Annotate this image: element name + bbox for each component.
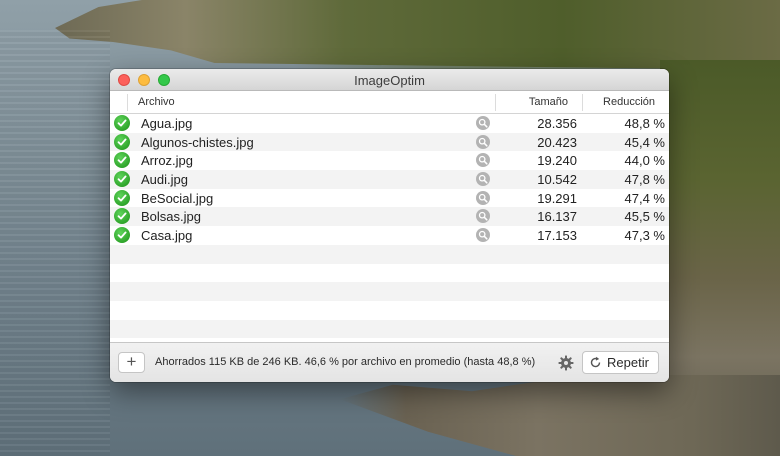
table-header: Archivo Tamaño Reducción [110,91,669,114]
file-name: Algunos-chistes.jpg [141,134,254,150]
coastline-bottom [340,375,780,456]
add-files-button[interactable]: + [118,352,145,373]
file-name: Audi.jpg [141,172,188,188]
file-reduction: 45,4 % [624,134,665,150]
file-size: 10.542 [537,172,577,188]
file-reduction: 47,4 % [624,190,665,206]
magnifier-icon[interactable] [476,116,490,130]
refresh-icon [589,356,602,372]
file-size: 16.137 [537,209,577,225]
repeat-button-label: Repetir [607,355,649,370]
sea-surface [0,30,110,456]
file-name: Arroz.jpg [141,153,194,169]
checkmark-circle-icon [114,208,130,225]
file-reduction: 47,8 % [624,172,665,188]
file-reduction: 48,8 % [624,116,665,131]
checkmark-circle-icon [114,227,130,244]
column-header-reduction[interactable]: Reducción [603,96,655,108]
column-separator [582,94,583,111]
file-size: 20.423 [537,134,577,150]
table-row[interactable]: Audi.jpg 10.542 47,8 % [110,170,669,189]
file-reduction: 45,5 % [624,209,665,225]
gear-icon[interactable] [558,355,574,371]
file-name: Agua.jpg [141,116,193,131]
empty-row [110,282,669,301]
empty-row [110,264,669,283]
empty-row [110,319,669,339]
column-separator [127,94,128,111]
checkmark-circle-icon [114,152,130,169]
column-header-file[interactable]: Archivo [138,96,175,108]
titlebar[interactable]: ImageOptim [110,69,669,91]
checkmark-circle-icon [114,189,130,206]
checkmark-circle-icon [114,133,130,150]
magnifier-icon[interactable] [476,228,490,243]
magnifier-icon[interactable] [476,190,490,205]
checkmark-circle-icon [114,171,130,188]
bottom-bar: + Ahorrados 115 KB de 246 KB. 46,6 % por… [110,342,669,382]
table-row[interactable]: Agua.jpg 28.356 48,8 % [110,114,669,133]
file-list[interactable]: Agua.jpg 28.356 48,8 % Algunos-chistes.jpg 2… [110,114,669,342]
file-size: 19.291 [537,190,577,206]
empty-row [110,244,669,264]
table-row[interactable]: BeSocial.jpg 19.291 47,4 % [110,189,669,208]
table-row[interactable]: Casa.jpg 17.153 47,3 % [110,226,669,245]
file-size: 28.356 [537,116,577,131]
file-size: 17.153 [537,228,577,244]
savings-status-text: Ahorrados 115 KB de 246 KB. 46,6 % por a… [155,356,536,368]
column-separator [495,94,496,111]
file-name: BeSocial.jpg [141,190,214,206]
file-reduction: 47,3 % [624,228,665,244]
column-header-size[interactable]: Tamaño [529,96,568,108]
magnifier-icon[interactable] [476,209,490,224]
window-title: ImageOptim [354,73,425,88]
magnifier-icon[interactable] [476,134,490,149]
table-row[interactable]: Algunos-chistes.jpg 20.423 45,4 % [110,132,669,152]
repeat-button[interactable]: Repetir [582,351,659,374]
file-size: 19.240 [537,153,577,169]
imageoptim-window: ImageOptim Archivo Tamaño Reducción Agua… [110,69,669,382]
table-row[interactable]: Bolsas.jpg 16.137 45,5 % [110,207,669,227]
checkmark-circle-icon [114,115,130,131]
file-name: Casa.jpg [141,228,193,244]
empty-row [110,301,669,320]
file-reduction: 44,0 % [624,153,665,169]
table-row[interactable]: Arroz.jpg 19.240 44,0 % [110,151,669,170]
magnifier-icon[interactable] [476,153,490,168]
file-name: Bolsas.jpg [141,209,201,225]
magnifier-icon[interactable] [476,172,490,187]
